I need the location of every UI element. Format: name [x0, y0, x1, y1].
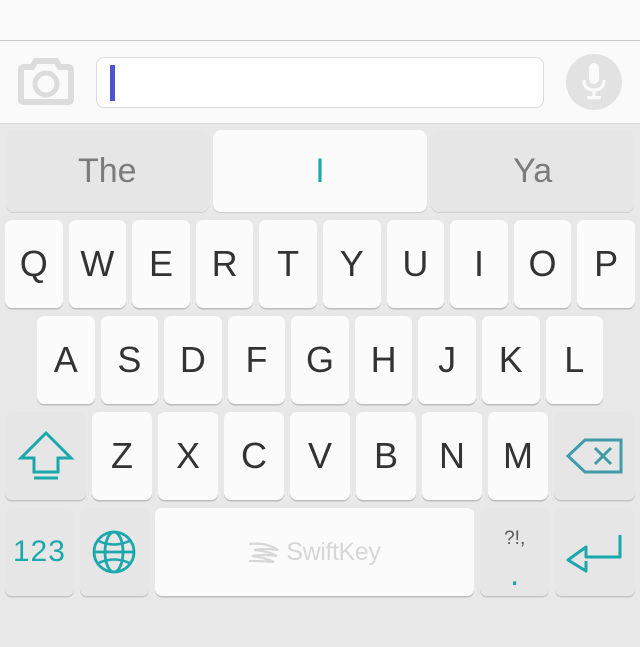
- punctuation-primary-label: .: [509, 555, 520, 594]
- key-w[interactable]: W: [68, 220, 127, 308]
- numbers-key[interactable]: 123: [5, 508, 74, 596]
- keyboard-row-2: A S D F G H J K L: [0, 312, 640, 408]
- prediction-item-2[interactable]: Ya: [431, 130, 634, 212]
- key-u[interactable]: U: [386, 220, 445, 308]
- text-caret: [110, 64, 115, 101]
- key-o[interactable]: O: [513, 220, 572, 308]
- keyboard: The I Ya Q W E R T Y U I O P A S D F G H…: [0, 124, 640, 647]
- key-i[interactable]: I: [450, 220, 508, 308]
- swiftkey-wordmark: SwiftKey: [286, 537, 381, 566]
- space-key[interactable]: SwiftKey: [154, 508, 475, 596]
- key-y[interactable]: Y: [322, 220, 381, 308]
- shift-up-arrow-icon: [16, 430, 75, 480]
- backspace-key[interactable]: [554, 412, 635, 500]
- key-t[interactable]: T: [259, 220, 317, 308]
- key-g[interactable]: G: [291, 316, 349, 404]
- key-q[interactable]: Q: [5, 220, 63, 308]
- globe-language-icon: [92, 530, 136, 574]
- key-p[interactable]: P: [577, 220, 635, 308]
- key-j[interactable]: J: [418, 316, 476, 404]
- language-globe-key[interactable]: [79, 508, 149, 596]
- microphone-button-circle: [566, 54, 622, 110]
- key-c[interactable]: C: [224, 412, 284, 500]
- key-z[interactable]: Z: [92, 412, 152, 500]
- swiftkey-logo-icon: SwiftKey: [248, 537, 381, 567]
- prediction-item-1[interactable]: I: [212, 130, 428, 212]
- key-n[interactable]: N: [422, 412, 482, 500]
- key-e[interactable]: E: [132, 220, 190, 308]
- swiftkey-swoosh-icon: [249, 542, 279, 564]
- camera-button[interactable]: [0, 41, 92, 124]
- key-h[interactable]: H: [354, 316, 413, 404]
- enter-key[interactable]: [555, 508, 635, 596]
- enter-return-icon: [566, 535, 622, 573]
- key-v[interactable]: V: [290, 412, 350, 500]
- microphone-icon: [582, 63, 606, 100]
- content-area: [0, 0, 640, 41]
- keyboard-screen: The I Ya Q W E R T Y U I O P A S D F G H…: [0, 0, 640, 647]
- key-f[interactable]: F: [227, 316, 286, 404]
- key-d[interactable]: D: [164, 316, 222, 404]
- key-r[interactable]: R: [195, 220, 254, 308]
- keyboard-row-4: 123 SwiftKey ?!, .: [0, 504, 640, 600]
- keyboard-row-1: Q W E R T Y U I O P: [0, 216, 640, 312]
- prediction-item-0[interactable]: The: [6, 130, 209, 212]
- key-s[interactable]: S: [100, 316, 159, 404]
- key-l[interactable]: L: [545, 316, 604, 404]
- prediction-bar: The I Ya: [0, 124, 640, 216]
- camera-icon: [18, 58, 74, 105]
- backspace-delete-icon: [565, 438, 622, 474]
- compose-bar: [0, 41, 640, 124]
- punctuation-secondary-label: ?!,: [504, 528, 526, 550]
- key-rows: Q W E R T Y U I O P A S D F G H J K L Z …: [0, 216, 640, 604]
- keyboard-row-3: Z X C V B N M: [0, 408, 640, 504]
- key-k[interactable]: K: [481, 316, 540, 404]
- punctuation-key[interactable]: ?!, .: [480, 508, 550, 596]
- key-x[interactable]: X: [158, 412, 218, 500]
- microphone-button[interactable]: [548, 41, 640, 124]
- shift-key[interactable]: [5, 412, 86, 500]
- message-input-field[interactable]: [96, 56, 544, 108]
- key-m[interactable]: M: [488, 412, 548, 500]
- key-b[interactable]: B: [356, 412, 416, 500]
- key-a[interactable]: A: [37, 316, 95, 404]
